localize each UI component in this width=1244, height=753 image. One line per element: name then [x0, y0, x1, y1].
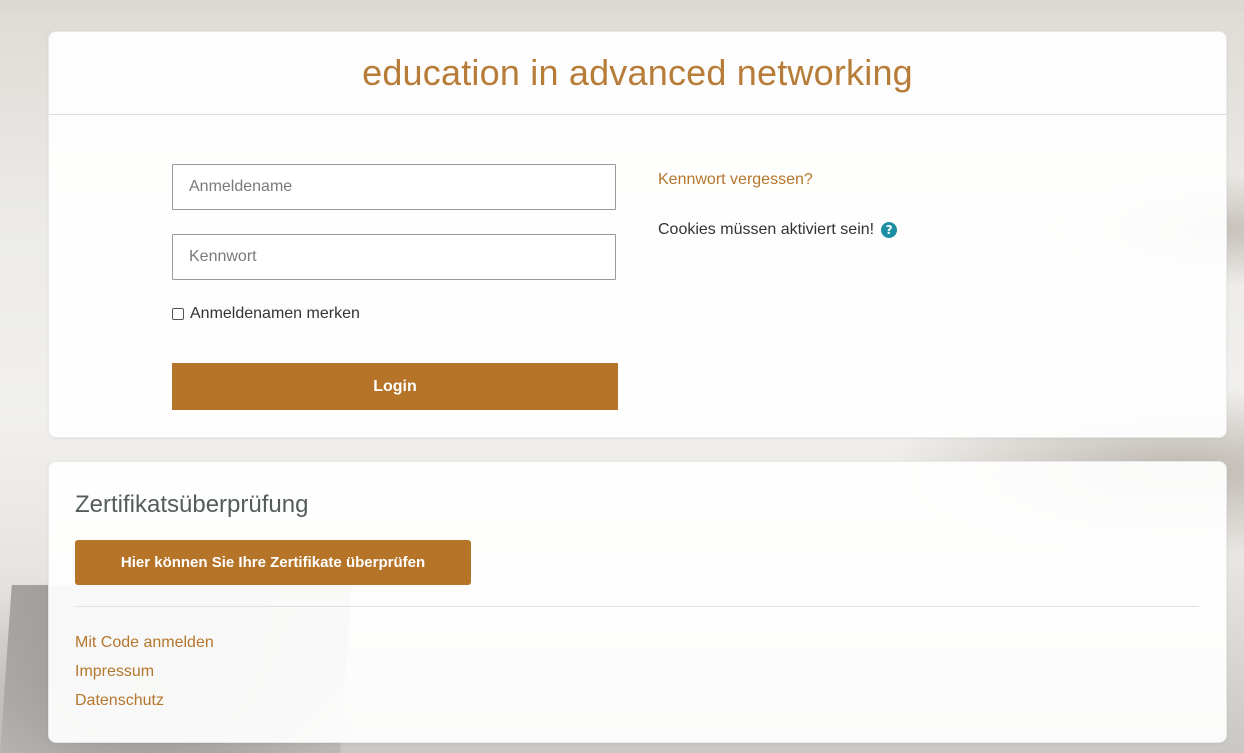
checkbox-unchecked-icon[interactable] — [172, 308, 184, 320]
remember-username-label: Anmeldenamen merken — [190, 305, 360, 322]
password-input[interactable] — [172, 234, 616, 280]
privacy-link[interactable]: Datenschutz — [75, 690, 214, 712]
login-button[interactable]: Login — [172, 363, 618, 410]
verify-certificates-button[interactable]: Hier können Sie Ihre Zertifikate überprü… — [75, 540, 471, 585]
background-band — [0, 0, 1244, 12]
login-card-header: education in advanced networking — [49, 32, 1226, 115]
remember-username[interactable]: Anmeldenamen merken — [172, 305, 360, 323]
certificate-card: Zertifikatsüberprüfung Hier können Sie I… — [48, 461, 1227, 743]
login-with-code-link[interactable]: Mit Code anmelden — [75, 632, 214, 654]
imprint-link[interactable]: Impressum — [75, 661, 214, 683]
login-card: education in advanced networking Anmelde… — [48, 31, 1227, 438]
forgot-password-link[interactable]: Kennwort vergessen? — [658, 171, 813, 189]
certificate-title: Zertifikatsüberprüfung — [75, 491, 309, 518]
question-circle-icon[interactable]: ? — [881, 222, 898, 238]
cookies-notice: Cookies müssen aktiviert sein! ? — [658, 221, 898, 239]
username-input[interactable] — [172, 164, 616, 210]
footer-links: Mit Code anmelden Impressum Datenschutz — [75, 632, 214, 719]
site-title: education in advanced networking — [362, 52, 913, 93]
cookies-notice-text: Cookies müssen aktiviert sein! — [658, 221, 875, 238]
divider — [75, 606, 1199, 607]
